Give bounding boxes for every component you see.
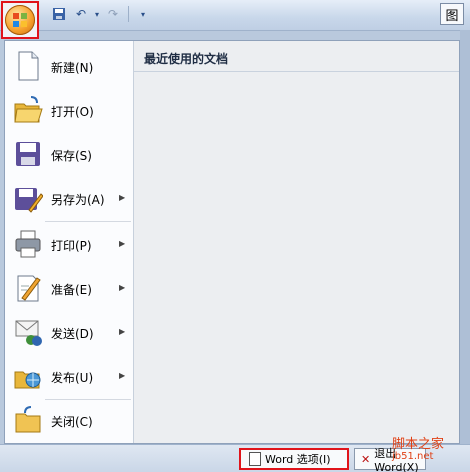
office-button[interactable] [1, 1, 39, 39]
recent-heading-divider [134, 71, 459, 72]
submenu-arrow-icon: ▶ [119, 239, 126, 248]
watermark-url: jb51.net [392, 451, 434, 462]
prepare-icon [13, 272, 43, 304]
menu-item-label: 准备(E) [51, 283, 92, 297]
menu-item-label: 另存为(A) [51, 193, 105, 207]
menu-item-send[interactable]: 发送(D) ▶ [5, 311, 132, 355]
office-menu: 新建(N) 打开(O) 保存(S) 另存为(A) ▶ 打印(P) ▶ 准备(E)… [4, 40, 460, 444]
menu-item-save-as[interactable]: 另存为(A) ▶ [5, 177, 132, 221]
menu-item-open[interactable]: 打开(O) [5, 89, 132, 133]
menu-item-save[interactable]: 保存(S) [5, 133, 132, 177]
printer-icon [13, 228, 43, 260]
menu-item-label: 打印(P) [51, 239, 92, 253]
submenu-arrow-icon: ▶ [119, 371, 126, 380]
submenu-arrow-icon: ▶ [119, 193, 126, 202]
menu-item-label: 关闭(C) [51, 415, 93, 429]
menu-item-label: 发布(U) [51, 371, 94, 385]
publish-icon [13, 360, 43, 392]
menu-item-label: 发送(D) [51, 327, 94, 341]
menu-item-publish[interactable]: 发布(U) ▶ [5, 355, 132, 399]
save-icon[interactable] [50, 4, 68, 24]
recent-documents-heading: 最近使用的文档 [144, 52, 229, 66]
save-disk-icon [13, 138, 43, 170]
customize-qat-icon[interactable]: ▾ [134, 4, 152, 24]
submenu-arrow-icon: ▶ [119, 283, 126, 292]
word-options-button[interactable]: Word 选项(I) [239, 448, 349, 470]
quick-access-toolbar: ↶ ▾ ↷ ▾ 图 [0, 0, 470, 31]
recent-documents-panel: 最近使用的文档 [134, 41, 459, 443]
menu-item-label: 保存(S) [51, 149, 92, 163]
toolbar-separator [128, 6, 129, 22]
word-options-label: Word 选项(I) [265, 453, 331, 466]
watermark-text: 脚本之家 [392, 437, 445, 452]
menu-item-label: 打开(O) [51, 105, 94, 119]
office-logo-icon [5, 5, 35, 35]
send-icon [13, 316, 43, 348]
close-folder-icon [13, 404, 43, 436]
menu-item-close[interactable]: 关闭(C) [5, 399, 132, 443]
menu-commands: 新建(N) 打开(O) 保存(S) 另存为(A) ▶ 打印(P) ▶ 准备(E)… [5, 41, 134, 443]
menu-item-label: 新建(N) [51, 61, 94, 75]
save-as-icon [13, 182, 44, 214]
submenu-arrow-icon: ▶ [119, 327, 126, 336]
menu-item-new[interactable]: 新建(N) [5, 45, 132, 89]
window-partial-button[interactable]: 图 [440, 3, 464, 25]
menu-item-prepare[interactable]: 准备(E) ▶ [5, 267, 132, 311]
word-options-icon [249, 452, 261, 466]
redo-icon[interactable]: ↷ [104, 4, 122, 24]
document-background-strip [460, 30, 470, 444]
menu-divider [45, 221, 131, 222]
open-folder-icon [13, 94, 43, 126]
exit-icon: ✕ [361, 452, 371, 466]
new-document-icon [13, 50, 43, 82]
menu-item-print[interactable]: 打印(P) ▶ [5, 223, 132, 267]
